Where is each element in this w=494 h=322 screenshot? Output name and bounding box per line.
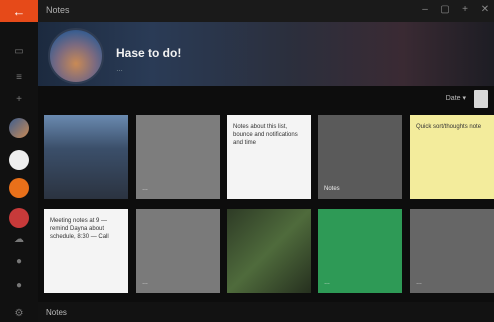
sort-dropdown[interactable]: Date ▾ [446,94,466,102]
title-bar: ← Notes – ▢ + ✕ [0,0,494,22]
note-tile[interactable]: Notes [318,115,402,199]
account-avatar[interactable] [9,118,29,138]
account-avatar[interactable] [9,150,29,170]
back-arrow-icon: ← [12,3,26,19]
cloud-icon[interactable]: ☁ [13,234,25,246]
account-avatar[interactable] [9,208,29,228]
circle-icon[interactable]: ● [13,280,25,292]
app-title: Notes [46,5,70,15]
note-tile[interactable]: Notes about this list, bounce and notifi… [227,115,311,199]
minimize-icon[interactable]: – [420,4,430,15]
status-bar: Notes [38,302,494,322]
account-avatar[interactable] [9,178,29,198]
settings-icon[interactable]: ⚙ [13,308,25,320]
note-tile[interactable]: … [136,209,220,293]
window-controls: – ▢ + ✕ [420,4,490,15]
maximize-icon[interactable]: + [460,4,470,15]
hero-subtitle: … [116,66,123,73]
note-tile[interactable] [227,209,311,293]
hero-banner: Hase to do! … [38,22,494,86]
close-icon[interactable]: ✕ [480,4,490,15]
note-tile[interactable]: … [318,209,402,293]
hero-title: Hase to do! [116,46,182,60]
note-tile[interactable] [44,115,128,199]
restore-icon[interactable]: ▢ [440,4,450,15]
list-icon[interactable]: ≡ [13,72,25,84]
sidebar: ▭ ≡ + ☁ ● ● ⚙ [0,22,38,322]
toolbar: Date ▾ [38,86,494,112]
note-tile[interactable]: … [410,209,494,293]
home-icon[interactable]: ▭ [13,46,25,58]
back-button[interactable]: ← [0,0,38,22]
note-tile[interactable]: Quick sort/thoughts note [410,115,494,199]
view-toggle-button[interactable] [474,90,488,108]
note-tile[interactable]: … [136,115,220,199]
hero-avatar [48,28,104,84]
add-icon[interactable]: + [13,94,25,106]
status-label: Notes [46,308,67,317]
circle-icon[interactable]: ● [13,256,25,268]
note-tile[interactable]: Meeting notes at 9 — remind Dayna about … [44,209,128,293]
